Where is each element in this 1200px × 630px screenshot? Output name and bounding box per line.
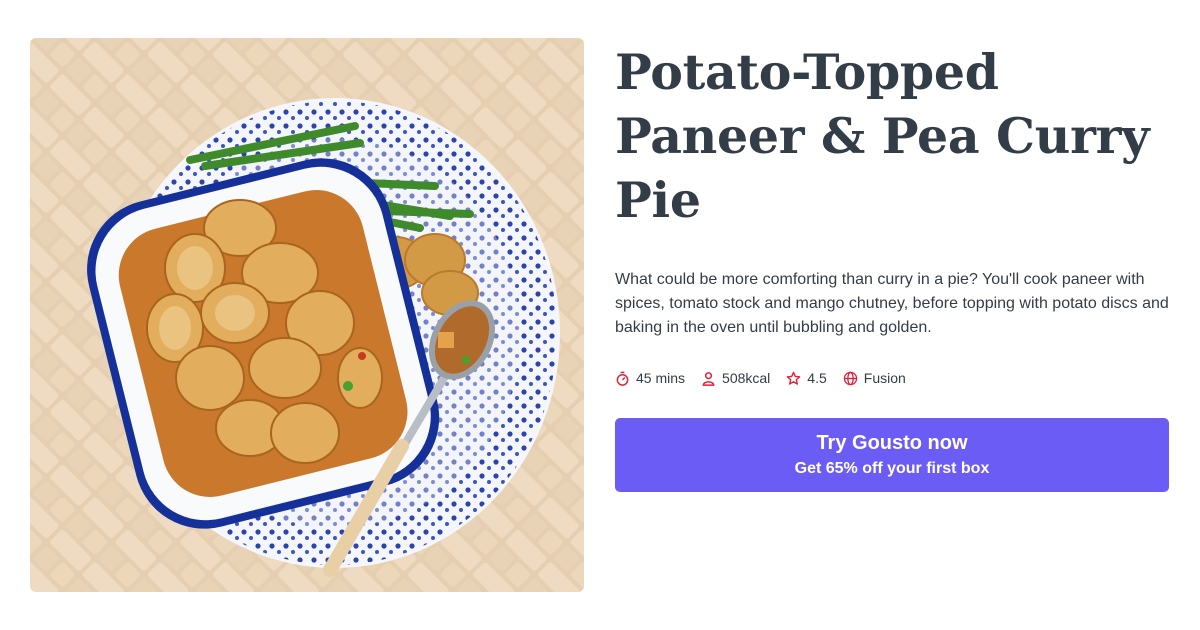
person-icon: [702, 371, 715, 386]
meta-cuisine: Fusion: [843, 370, 906, 386]
star-icon: [787, 371, 801, 385]
try-gousto-button[interactable]: Try Gousto now Get 65% off your first bo…: [615, 418, 1169, 492]
recipe-description: What could be more comforting than curry…: [615, 271, 1169, 336]
recipe-title: Potato-Topped Paneer & Pea Curry Pie: [615, 43, 1150, 229]
recipe-meta: 45 mins 508kcal 4.5 Fusion: [615, 370, 1170, 386]
recipe-photo: [30, 38, 584, 592]
globe-icon: [843, 371, 858, 385]
stopwatch-icon: [616, 371, 629, 386]
meta-time: 45 mins: [615, 370, 685, 386]
meta-calories: 508kcal: [701, 370, 770, 386]
meta-time-label: 45 mins: [636, 370, 686, 386]
meta-rating-label: 4.5: [807, 370, 827, 386]
meta-rating: 4.5: [786, 370, 827, 386]
meta-calories-label: 508kcal: [722, 370, 771, 386]
recipe-content: Potato-Topped Paneer & Pea Curry Pie Wha…: [615, 40, 1170, 492]
meta-cuisine-label: Fusion: [863, 370, 906, 386]
cta-subtitle: Get 65% off your first box: [794, 460, 990, 477]
cta-title: Try Gousto now: [816, 432, 968, 454]
